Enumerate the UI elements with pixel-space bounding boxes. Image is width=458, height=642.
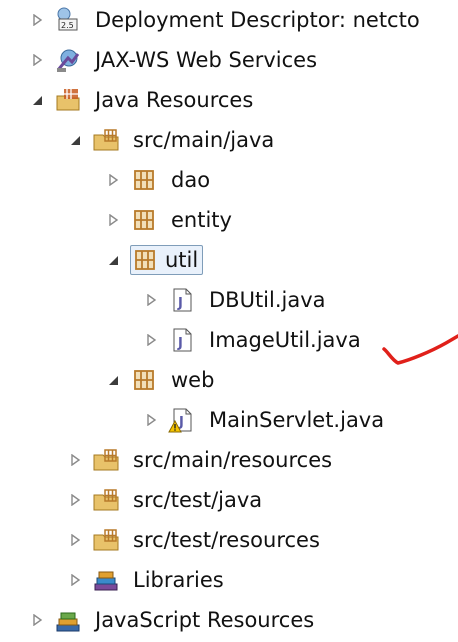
collapse-chevron-icon[interactable]: [68, 133, 82, 147]
package-icon: [130, 366, 158, 394]
project-explorer-tree: 2.5 Deployment Descriptor: netcto JAX-WS…: [0, 0, 458, 642]
tree-item-src-test-resources[interactable]: src/test/resources: [0, 520, 458, 560]
javascript-resources-icon: [54, 606, 82, 634]
expand-chevron-icon[interactable]: [106, 213, 120, 227]
tree-item-file-mainservlet[interactable]: J MainServlet.java: [0, 400, 458, 440]
source-folder-icon: [92, 126, 120, 154]
tree-item-label: dao: [171, 168, 211, 192]
tree-item-file-imageutil[interactable]: J ImageUtil.java: [0, 320, 458, 360]
tree-item-label: ImageUtil.java: [209, 328, 361, 352]
tree-item-label: src/main/resources: [133, 448, 333, 472]
collapse-chevron-icon[interactable]: [30, 93, 44, 107]
package-icon: [130, 206, 158, 234]
tree-item-deployment-descriptor[interactable]: 2.5 Deployment Descriptor: netcto: [0, 0, 458, 40]
expand-chevron-icon[interactable]: [68, 573, 82, 587]
java-file-icon: J: [168, 326, 196, 354]
expand-chevron-icon[interactable]: [30, 13, 44, 27]
tree-item-jaxws-web-services[interactable]: JAX-WS Web Services: [0, 40, 458, 80]
tree-item-label: entity: [171, 208, 232, 232]
svg-text:J: J: [177, 336, 183, 351]
java-file-warning-icon: J: [168, 406, 196, 434]
tree-item-label: src/test/java: [133, 488, 263, 512]
expand-chevron-icon[interactable]: [68, 533, 82, 547]
tree-item-package-util[interactable]: util: [0, 240, 458, 280]
expand-chevron-icon[interactable]: [30, 53, 44, 67]
deployment-descriptor-icon: 2.5: [54, 6, 82, 34]
expand-chevron-icon[interactable]: [30, 613, 44, 627]
source-folder-icon: [92, 486, 120, 514]
tree-item-label: JavaScript Resources: [95, 608, 315, 632]
tree-item-package-dao[interactable]: dao: [0, 160, 458, 200]
collapse-chevron-icon[interactable]: [106, 373, 120, 387]
tree-item-label: DBUtil.java: [209, 288, 326, 312]
tree-item-label: JAX-WS Web Services: [95, 48, 318, 72]
libraries-icon: [92, 566, 120, 594]
source-folder-icon: [92, 446, 120, 474]
tree-item-src-test-java[interactable]: src/test/java: [0, 480, 458, 520]
tree-item-src-main-resources[interactable]: src/main/resources: [0, 440, 458, 480]
tree-item-label: util: [165, 248, 199, 272]
package-icon: [130, 166, 158, 194]
expand-chevron-icon[interactable]: [144, 293, 158, 307]
expand-chevron-icon[interactable]: [144, 413, 158, 427]
expand-chevron-icon[interactable]: [68, 493, 82, 507]
source-folder-icon: [92, 526, 120, 554]
tree-item-java-resources[interactable]: Java Resources: [0, 80, 458, 120]
tree-item-label: Java Resources: [95, 88, 254, 112]
tree-item-label: MainServlet.java: [209, 408, 385, 432]
tree-item-libraries[interactable]: Libraries: [0, 560, 458, 600]
tree-item-file-dbutil[interactable]: J DBUtil.java: [0, 280, 458, 320]
java-file-icon: J: [168, 286, 196, 314]
expand-chevron-icon[interactable]: [106, 173, 120, 187]
tree-item-label: src/test/resources: [133, 528, 320, 552]
tree-item-label: Libraries: [133, 568, 224, 592]
svg-text:J: J: [177, 296, 183, 311]
expand-chevron-icon[interactable]: [144, 333, 158, 347]
svg-text:2.5: 2.5: [61, 21, 74, 30]
tree-item-label: src/main/java: [133, 128, 275, 152]
collapse-chevron-icon[interactable]: [106, 253, 120, 267]
tree-item-label: Deployment Descriptor: netcto: [95, 8, 420, 32]
java-resources-icon: [54, 86, 82, 114]
tree-item-javascript-resources[interactable]: JavaScript Resources: [0, 600, 458, 640]
expand-chevron-icon[interactable]: [68, 453, 82, 467]
selected-item-frame: util: [130, 245, 204, 275]
tree-item-package-web[interactable]: web: [0, 360, 458, 400]
tree-item-label: web: [171, 368, 215, 392]
package-icon: [131, 246, 159, 274]
jaxws-web-services-icon: [54, 46, 82, 74]
tree-item-src-main-java[interactable]: src/main/java: [0, 120, 458, 160]
tree-item-package-entity[interactable]: entity: [0, 200, 458, 240]
